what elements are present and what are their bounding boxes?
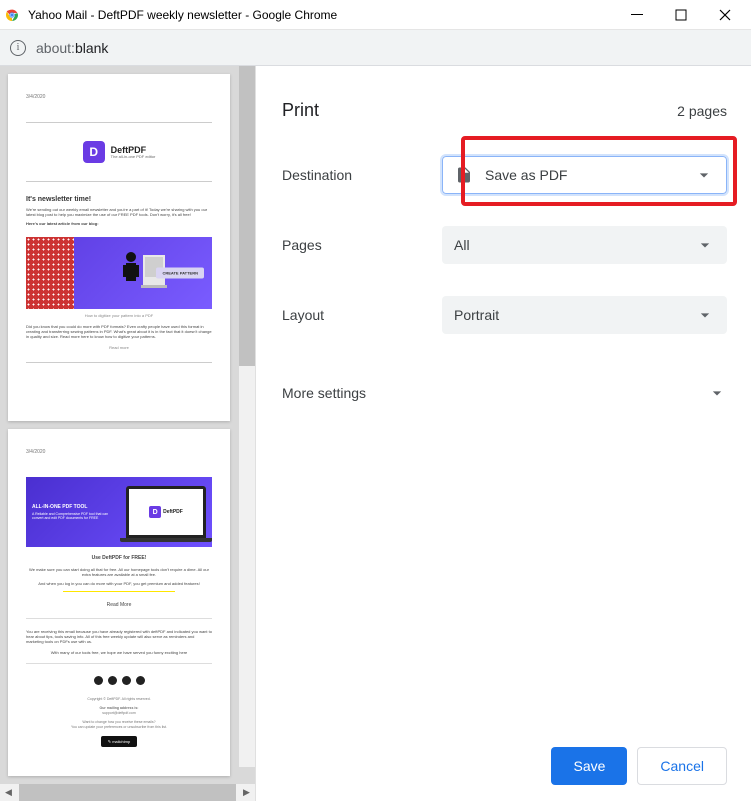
chrome-icon	[4, 7, 20, 23]
url-text: about:blank	[36, 40, 108, 56]
hero-image: CREATE PATTERN	[26, 237, 212, 309]
banner-image: ALL-IN-ONE PDF TOOLA Reliable and Compre…	[26, 477, 212, 547]
window-titlebar: Yahoo Mail - DeftPDF weekly newsletter -…	[0, 0, 751, 30]
minimize-button[interactable]	[615, 1, 659, 29]
page-thumbnail-1[interactable]: 3/4/2020 D DeftPDFThe all-in-one PDF edi…	[8, 74, 230, 421]
scroll-right-button[interactable]: ▶	[238, 784, 255, 801]
social-icons	[26, 676, 212, 685]
site-info-icon[interactable]: i	[10, 40, 26, 56]
preview-pane: 3/4/2020 D DeftPDFThe all-in-one PDF edi…	[0, 66, 255, 801]
print-heading: Print	[282, 100, 319, 121]
address-bar[interactable]: i about:blank	[0, 30, 751, 66]
chevron-down-icon	[707, 383, 727, 403]
close-button[interactable]	[703, 1, 747, 29]
print-panel: Print 2 pages Destination Save as PDF Pa…	[255, 66, 751, 801]
destination-select[interactable]: Save as PDF	[442, 156, 727, 194]
page-count: 2 pages	[677, 103, 727, 119]
horizontal-scrollbar[interactable]: ◀ ▶	[0, 784, 255, 801]
more-settings-toggle[interactable]: More settings	[282, 373, 727, 413]
window-controls	[615, 1, 747, 29]
pages-label: Pages	[282, 237, 442, 253]
vertical-scrollbar[interactable]	[239, 66, 255, 767]
save-button[interactable]: Save	[551, 747, 627, 785]
scroll-left-button[interactable]: ◀	[0, 784, 17, 801]
page-thumbnail-2[interactable]: 3/4/2020 ALL-IN-ONE PDF TOOLA Reliable a…	[8, 429, 230, 776]
cancel-button[interactable]: Cancel	[637, 747, 727, 785]
layout-select[interactable]: Portrait	[442, 296, 727, 334]
destination-label: Destination	[282, 167, 442, 183]
layout-label: Layout	[282, 307, 442, 323]
deftpdf-logo-icon: D	[83, 141, 105, 163]
document-icon	[455, 166, 473, 184]
chevron-down-icon	[694, 165, 714, 185]
window-title: Yahoo Mail - DeftPDF weekly newsletter -…	[28, 8, 615, 22]
chevron-down-icon	[695, 235, 715, 255]
mailchimp-badge: ✎ mailchimp	[101, 736, 137, 748]
pages-select[interactable]: All	[442, 226, 727, 264]
maximize-button[interactable]	[659, 1, 703, 29]
chevron-down-icon	[695, 305, 715, 325]
